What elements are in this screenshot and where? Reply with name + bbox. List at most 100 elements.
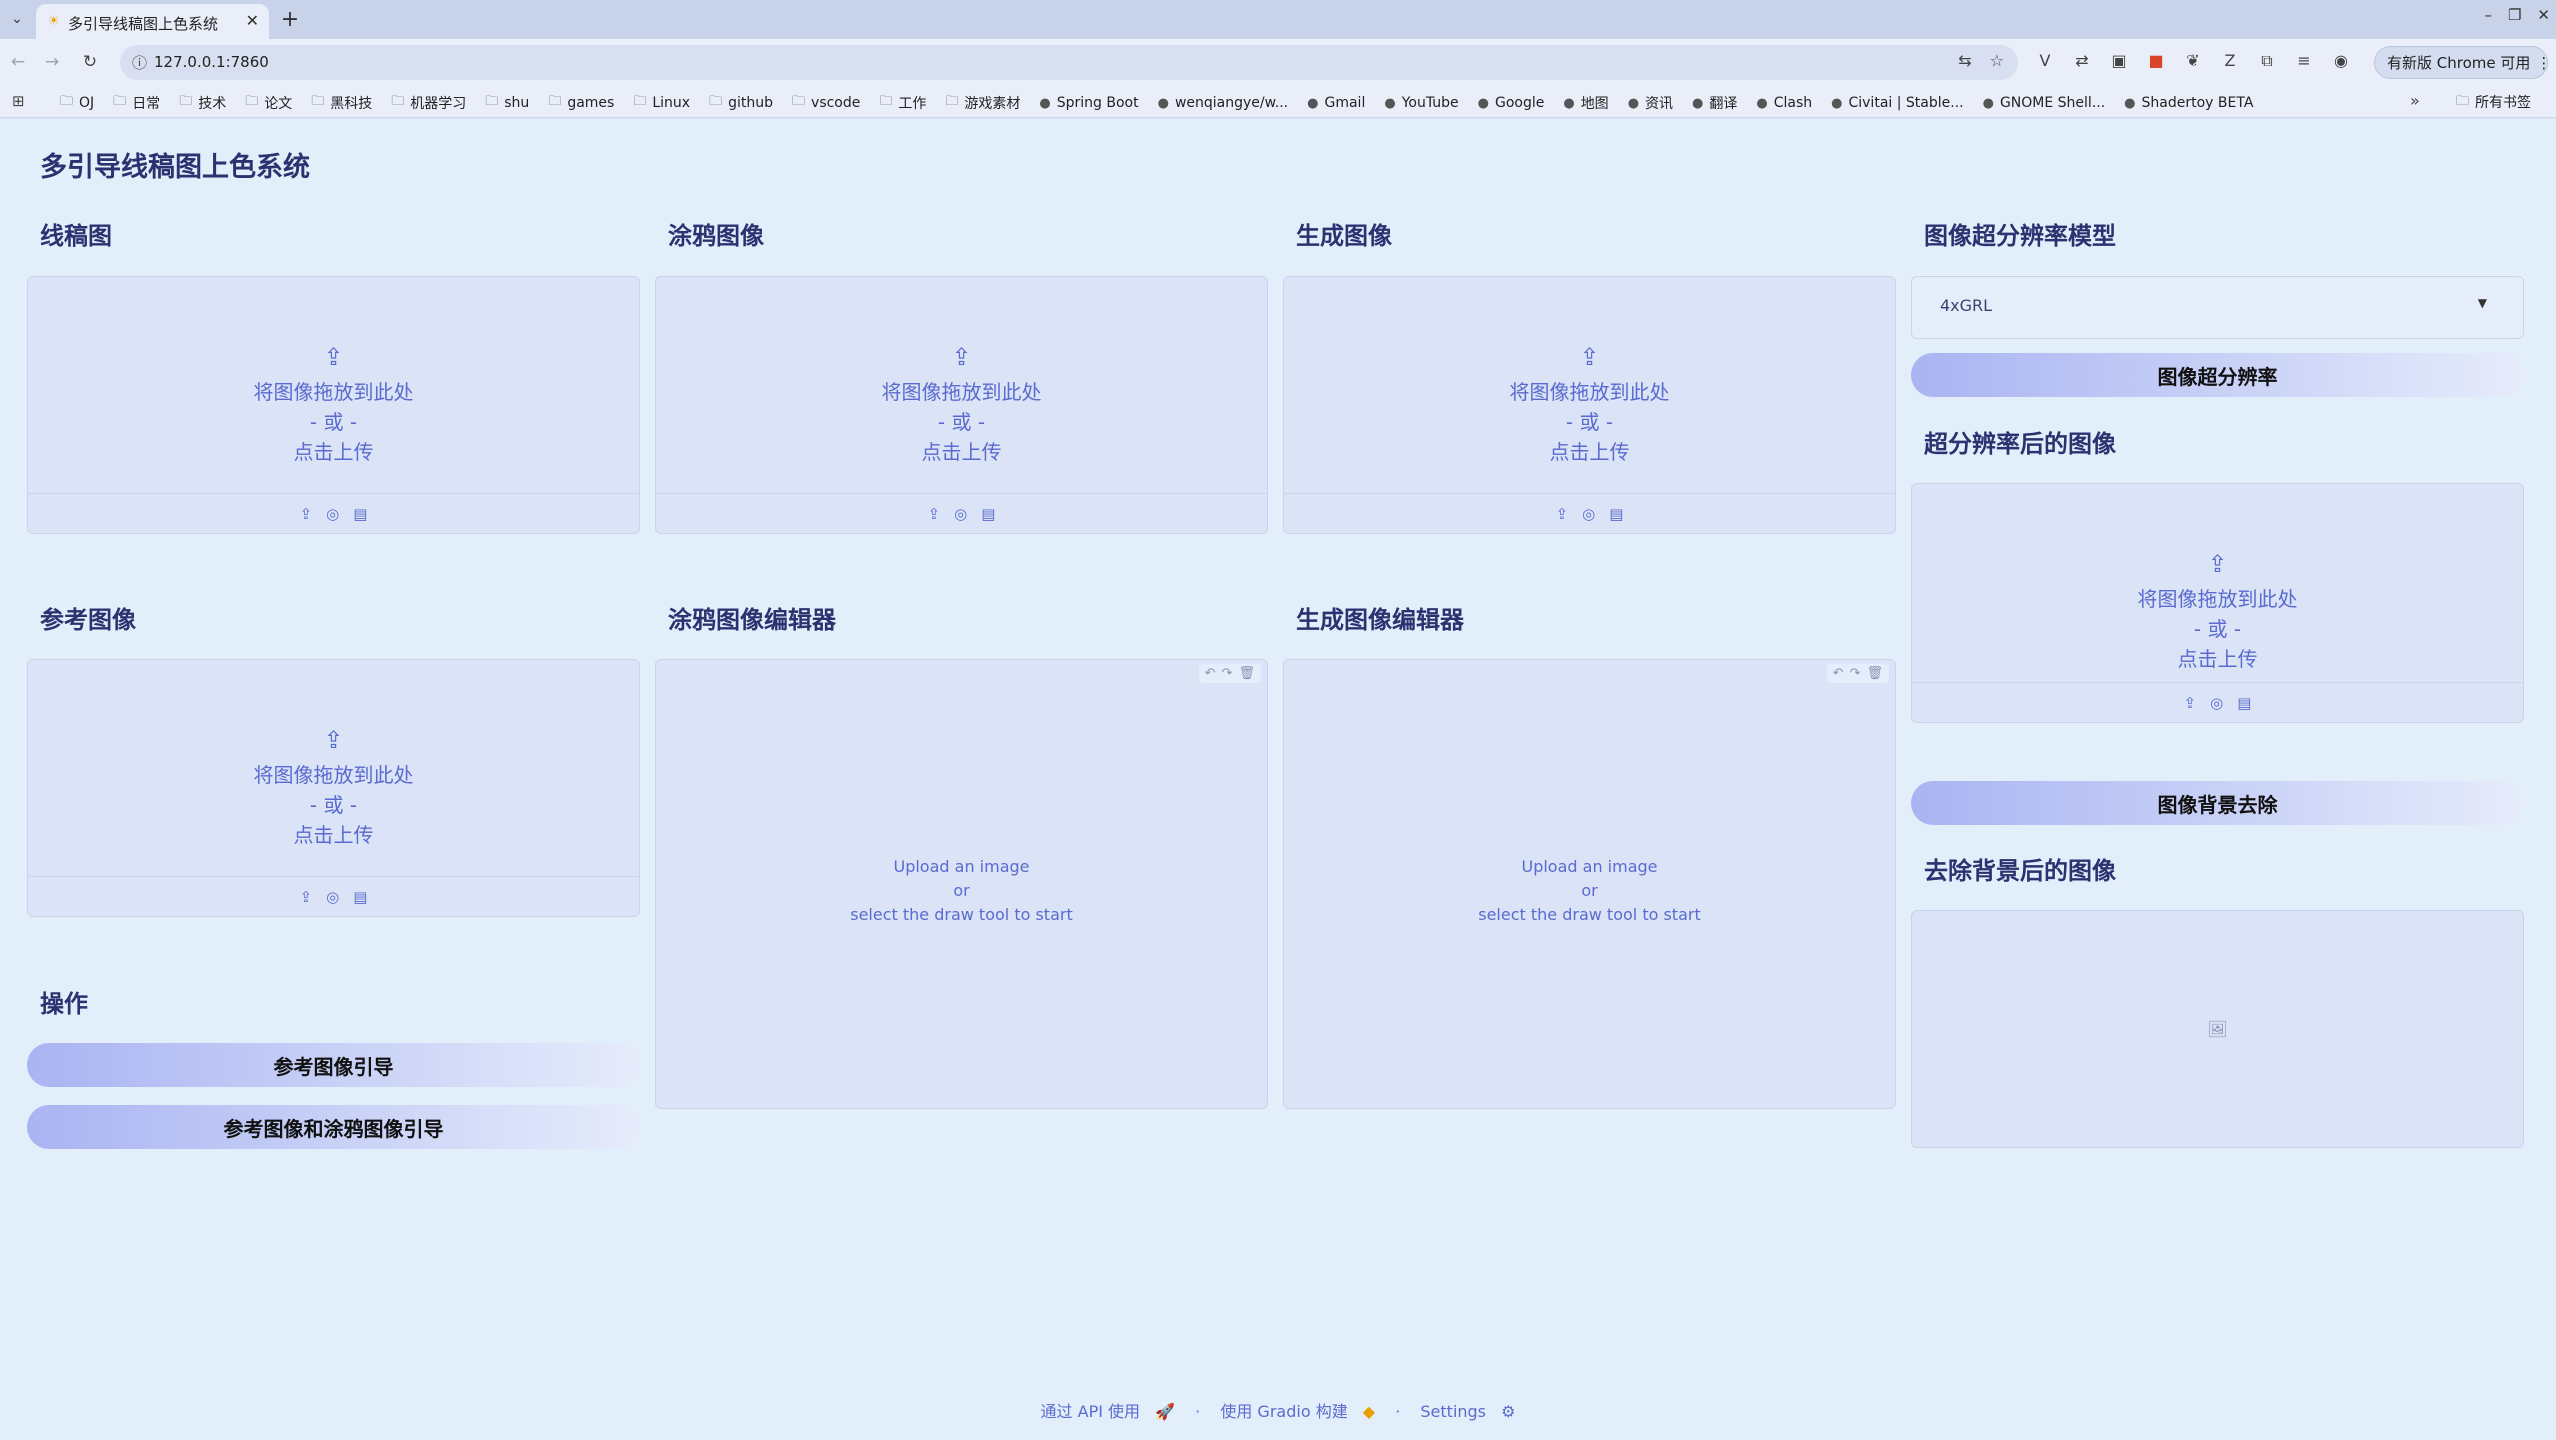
translate-icon[interactable]: ⇆ <box>1958 51 1971 70</box>
reading-list-icon[interactable]: ≡ <box>2293 51 2315 71</box>
api-link[interactable]: 通过 API 使用 🚀 <box>1036 1402 1181 1421</box>
back-icon[interactable]: ← <box>6 50 30 74</box>
bookmark-item[interactable]: ● GNOME Shell... <box>1983 92 2106 114</box>
tab-close-icon[interactable]: ✕ <box>246 11 259 30</box>
upload-source-icon[interactable]: ⇪ <box>2184 694 2197 712</box>
bookmark-item[interactable]: 🗀 shu <box>485 92 529 114</box>
bookmark-item[interactable]: ● Civitai | Stable... <box>1831 92 1963 114</box>
bookmark-item[interactable]: ● 地图 <box>1563 92 1608 114</box>
extension-card-icon[interactable]: ▣ <box>2108 51 2130 71</box>
upload-prompt[interactable]: ⇪ 将图像拖放到此处 - 或 - 点击上传 <box>28 726 639 850</box>
bookmark-item[interactable]: ● 资讯 <box>1628 92 1673 114</box>
profile-avatar-icon[interactable]: ◉ <box>2330 51 2352 71</box>
api-link-label: 通过 API 使用 <box>1040 1402 1141 1421</box>
clipboard-source-icon[interactable]: ▤ <box>981 505 995 523</box>
extension-z-icon[interactable]: Z <box>2219 51 2241 71</box>
bookmark-item[interactable]: ● Shadertoy BETA <box>2124 92 2253 114</box>
extension-leaf-icon[interactable]: ❦ <box>2182 51 2204 71</box>
sr-result-upload[interactable]: ⇪ 将图像拖放到此处 - 或 - 点击上传 ⇪ ◎ ▤ <box>1911 483 2524 723</box>
browser-tab[interactable]: ☀ 多引导线稿图上色系统 ✕ <box>36 4 269 39</box>
webcam-source-icon[interactable]: ◎ <box>326 888 339 906</box>
forward-icon[interactable]: → <box>40 50 64 74</box>
bookmark-item[interactable]: 🗀 日常 <box>113 92 160 114</box>
redo-icon[interactable]: ↷ <box>1850 666 1861 681</box>
upload-prompt[interactable]: ⇪ 将图像拖放到此处 - 或 - 点击上传 <box>1912 550 2523 674</box>
bookmark-star-icon[interactable]: ☆ <box>1990 51 2004 70</box>
webcam-source-icon[interactable]: ◎ <box>954 505 967 523</box>
bookmark-item[interactable]: 🗀 games <box>548 92 614 114</box>
reload-icon[interactable]: ↻ <box>78 50 102 74</box>
minimize-icon[interactable]: – <box>2484 6 2492 24</box>
bookmarks-more-icon[interactable]: » <box>2410 91 2420 110</box>
upload-prompt[interactable]: ⇪ 将图像拖放到此处 - 或 - 点击上传 <box>1284 343 1895 467</box>
bookmark-item[interactable]: ● Google <box>1478 92 1545 114</box>
menu-kebab-icon[interactable]: ⋮ <box>2536 54 2551 72</box>
clipboard-source-icon[interactable]: ▤ <box>353 505 367 523</box>
generated-editor-canvas[interactable]: ↶ ↷ 🗑 Upload an image or select the draw tool… <box>1283 659 1896 1109</box>
bookmark-item[interactable]: ● Gmail <box>1307 92 1365 114</box>
close-window-icon[interactable]: ✕ <box>2537 6 2550 24</box>
folder-icon: 🗀 <box>311 94 325 109</box>
upload-source-icon[interactable]: ⇪ <box>928 505 941 523</box>
reference-upload[interactable]: ⇪ 将图像拖放到此处 - 或 - 点击上传 ⇪ ◎ ▤ <box>27 659 640 917</box>
site-info-icon[interactable]: ⓘ <box>132 52 147 73</box>
ref-scribble-guide-button[interactable]: 参考图像和涂鸦图像引导 <box>27 1105 640 1149</box>
ref-guide-button[interactable]: 参考图像引导 <box>27 1043 640 1087</box>
gradio-link[interactable]: 使用 Gradio 构建 ◆ <box>1215 1402 1380 1421</box>
bookmark-item[interactable]: 🗀 github <box>709 92 773 114</box>
upload-prompt[interactable]: ⇪ 将图像拖放到此处 - 或 - 点击上传 <box>656 343 1267 467</box>
bookmark-item[interactable]: ● YouTube <box>1384 92 1458 114</box>
bookmark-item[interactable]: ● 翻译 <box>1692 92 1737 114</box>
extension-v-icon[interactable]: V <box>2034 51 2056 71</box>
all-bookmarks[interactable]: 🗀 所有书签 <box>2456 92 2531 114</box>
webcam-source-icon[interactable]: ◎ <box>2210 694 2223 712</box>
dropdown-caret-icon[interactable]: ▼ <box>2478 296 2487 310</box>
tab-search-icon[interactable]: ⌄ <box>4 6 30 32</box>
chrome-update-button[interactable]: 有新版 Chrome 可用 ⋮ <box>2374 46 2551 79</box>
bookmark-item[interactable]: 🗀 黑科技 <box>311 92 372 114</box>
scribble-upload[interactable]: ⇪ 将图像拖放到此处 - 或 - 点击上传 ⇪ ◎ ▤ <box>655 276 1268 534</box>
lineart-upload[interactable]: ⇪ 将图像拖放到此处 - 或 - 点击上传 ⇪ ◎ ▤ <box>27 276 640 534</box>
clipboard-source-icon[interactable]: ▤ <box>353 888 367 906</box>
address-bar[interactable]: ⓘ 127.0.0.1:7860 ⇆ ☆ <box>120 45 2018 80</box>
bookmark-item[interactable]: 🗀 工作 <box>879 92 926 114</box>
super-resolution-button[interactable]: 图像超分辨率 <box>1911 353 2524 397</box>
bookmark-item[interactable]: ● Clash <box>1756 92 1812 114</box>
folder-icon: 🗀 <box>548 94 562 109</box>
extensions-puzzle-icon[interactable]: ⧉ <box>2256 51 2278 71</box>
sr-model-dropdown[interactable]: 4xGRL ▼ <box>1911 276 2524 339</box>
restore-icon[interactable]: ❐ <box>2508 6 2521 24</box>
bookmark-item[interactable]: 🗀 Linux <box>633 92 690 114</box>
or-text: - 或 - <box>2193 617 2242 641</box>
bookmark-item[interactable]: 🗀 技术 <box>179 92 226 114</box>
new-tab-icon[interactable]: + <box>276 5 304 33</box>
extension-red-icon[interactable]: ■ <box>2145 51 2167 71</box>
bookmark-item[interactable]: ● Spring Boot <box>1039 92 1138 114</box>
generated-upload[interactable]: ⇪ 将图像拖放到此处 - 或 - 点击上传 ⇪ ◎ ▤ <box>1283 276 1896 534</box>
bookmark-item[interactable]: 🗀 OJ <box>60 92 94 114</box>
upload-source-icon[interactable]: ⇪ <box>1556 505 1569 523</box>
undo-icon[interactable]: ↶ <box>1205 666 1216 681</box>
webcam-source-icon[interactable]: ◎ <box>326 505 339 523</box>
trash-icon[interactable]: 🗑 <box>1238 666 1255 681</box>
upload-source-icon[interactable]: ⇪ <box>300 888 313 906</box>
undo-icon[interactable]: ↶ <box>1833 666 1844 681</box>
bookmark-item[interactable]: ● wenqiangye/w... <box>1158 92 1289 114</box>
clipboard-source-icon[interactable]: ▤ <box>1609 505 1623 523</box>
bookmark-item[interactable]: 🗀 vscode <box>792 92 860 114</box>
redo-icon[interactable]: ↷ <box>1222 666 1233 681</box>
clipboard-source-icon[interactable]: ▤ <box>2237 694 2251 712</box>
bookmark-item[interactable]: 🗀 游戏素材 <box>945 92 1020 114</box>
apps-grid-icon[interactable]: ⊞ <box>12 92 25 110</box>
upload-prompt[interactable]: ⇪ 将图像拖放到此处 - 或 - 点击上传 <box>28 343 639 467</box>
scribble-editor-canvas[interactable]: ↶ ↷ 🗑 Upload an image or select the draw tool… <box>655 659 1268 1109</box>
bookmark-item[interactable]: 🗀 机器学习 <box>391 92 466 114</box>
remove-bg-button[interactable]: 图像背景去除 <box>1911 781 2524 825</box>
webcam-source-icon[interactable]: ◎ <box>1582 505 1595 523</box>
extension-translate-icon[interactable]: ⇄ <box>2071 51 2093 71</box>
upload-source-icon[interactable]: ⇪ <box>300 505 313 523</box>
url-text[interactable]: 127.0.0.1:7860 <box>154 53 269 71</box>
trash-icon[interactable]: 🗑 <box>1866 666 1883 681</box>
bookmark-item[interactable]: 🗀 论文 <box>245 92 292 114</box>
settings-link[interactable]: Settings ⚙ <box>1415 1402 1520 1421</box>
